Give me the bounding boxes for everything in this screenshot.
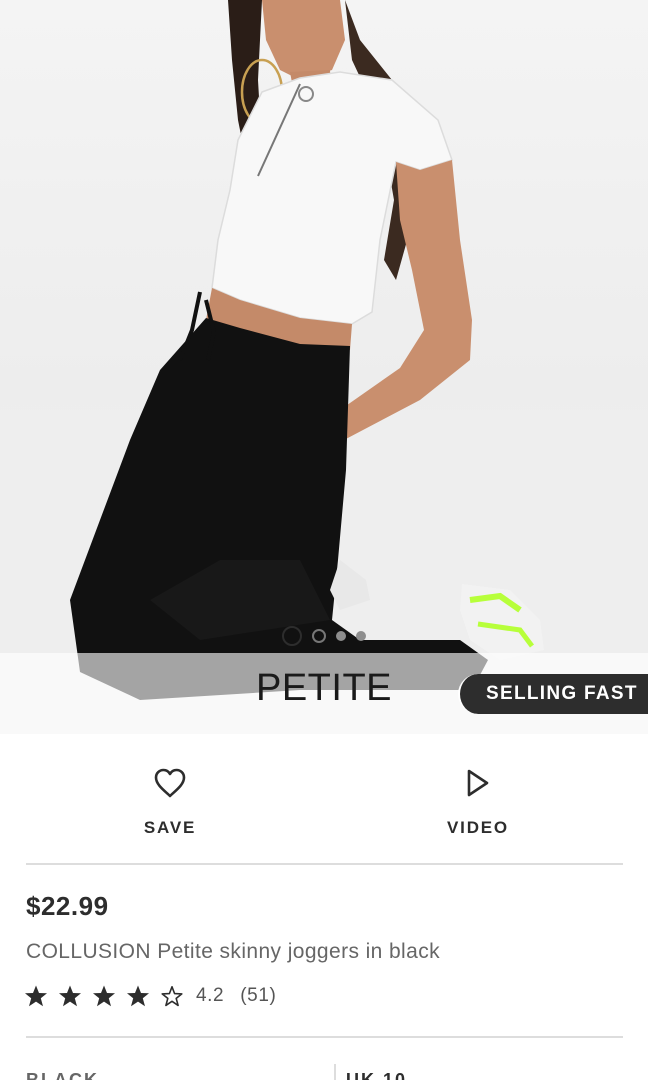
star-filled-icon <box>127 985 149 1007</box>
chevron-down-icon: ⌄ <box>605 1070 618 1080</box>
carousel-indicator <box>0 624 648 648</box>
divider <box>26 863 623 865</box>
product-image[interactable]: PETITE SELLING FAST <box>0 0 648 734</box>
size-selector[interactable]: UK 10 ⌄ <box>334 1064 624 1080</box>
carousel-dot-1[interactable] <box>282 626 302 646</box>
rating-stars <box>24 984 184 1008</box>
star-filled-icon <box>93 985 115 1007</box>
carousel-dot-2[interactable] <box>312 629 326 643</box>
save-button[interactable]: SAVE <box>70 750 270 850</box>
heart-icon <box>153 762 187 804</box>
carousel-dot-4[interactable] <box>356 631 366 641</box>
carousel-dot-3[interactable] <box>336 631 346 641</box>
size-value: UK 10 <box>346 1070 408 1080</box>
video-button[interactable]: VIDEO <box>378 750 578 850</box>
video-label: VIDEO <box>447 818 509 837</box>
product-actions: SAVE VIDEO <box>0 750 648 850</box>
colour-selector[interactable]: BLACK <box>26 1064 326 1080</box>
colour-value: BLACK <box>26 1070 99 1080</box>
rating-count: (51) <box>240 985 277 1006</box>
product-price: $22.99 <box>26 891 109 921</box>
star-outline-icon <box>161 986 183 1007</box>
star-filled-icon <box>59 985 81 1007</box>
save-label: SAVE <box>143 818 197 837</box>
star-filled-icon <box>25 985 47 1007</box>
play-icon <box>465 762 491 804</box>
product-rating[interactable]: 4.2 (51) <box>24 982 276 1010</box>
product-title: COLLUSION Petite skinny joggers in black <box>26 940 441 963</box>
selling-fast-badge: SELLING FAST <box>458 674 648 714</box>
product-page: PETITE SELLING FAST SAVE VIDEO $22.99 CO… <box>0 0 648 1080</box>
rating-value: 4.2 <box>196 985 225 1006</box>
divider <box>26 1036 623 1038</box>
